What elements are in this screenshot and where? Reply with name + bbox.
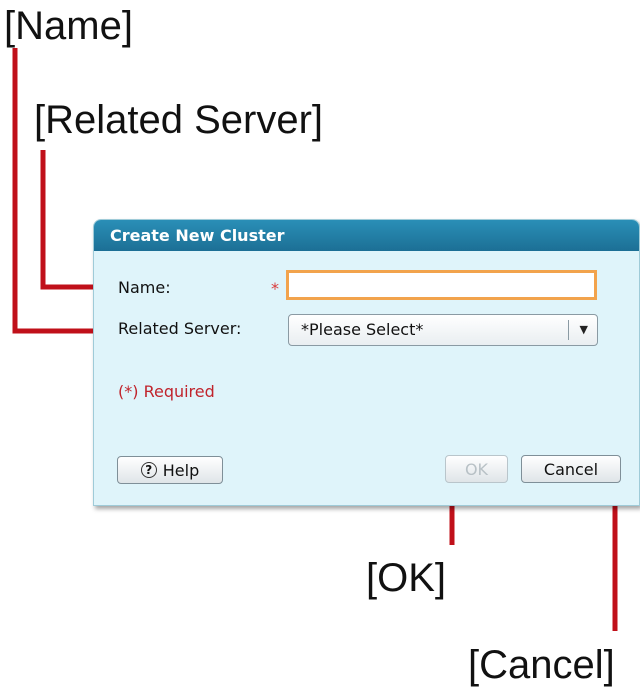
create-cluster-dialog: Create New Cluster Name: * Related Serve…	[93, 219, 640, 506]
name-input[interactable]	[286, 270, 597, 300]
help-button-label: Help	[162, 460, 200, 480]
chevron-down-icon[interactable]: ▼	[580, 323, 588, 336]
related-server-select[interactable]: *Please Select* ▼	[288, 314, 598, 346]
related-server-callout: [Related Server]	[34, 98, 324, 142]
ok-callout: [OK]	[366, 556, 447, 600]
help-button[interactable]: ? Help	[117, 456, 223, 484]
required-note: (*) Required	[118, 382, 215, 401]
select-divider	[568, 320, 569, 340]
cancel-button-label: Cancel	[543, 459, 599, 479]
cancel-callout: [Cancel]	[468, 643, 615, 687]
required-asterisk: *	[271, 279, 279, 298]
related-server-label: Related Server:	[118, 319, 242, 338]
cancel-button[interactable]: Cancel	[521, 455, 621, 483]
ok-button[interactable]: OK	[445, 455, 508, 483]
dialog-title: Create New Cluster	[94, 220, 639, 251]
help-icon: ?	[140, 462, 157, 478]
name-label: Name:	[118, 278, 171, 297]
related-server-selected-value: *Please Select*	[301, 320, 424, 339]
name-callout: [Name]	[4, 4, 133, 48]
ok-button-label: OK	[464, 459, 489, 479]
